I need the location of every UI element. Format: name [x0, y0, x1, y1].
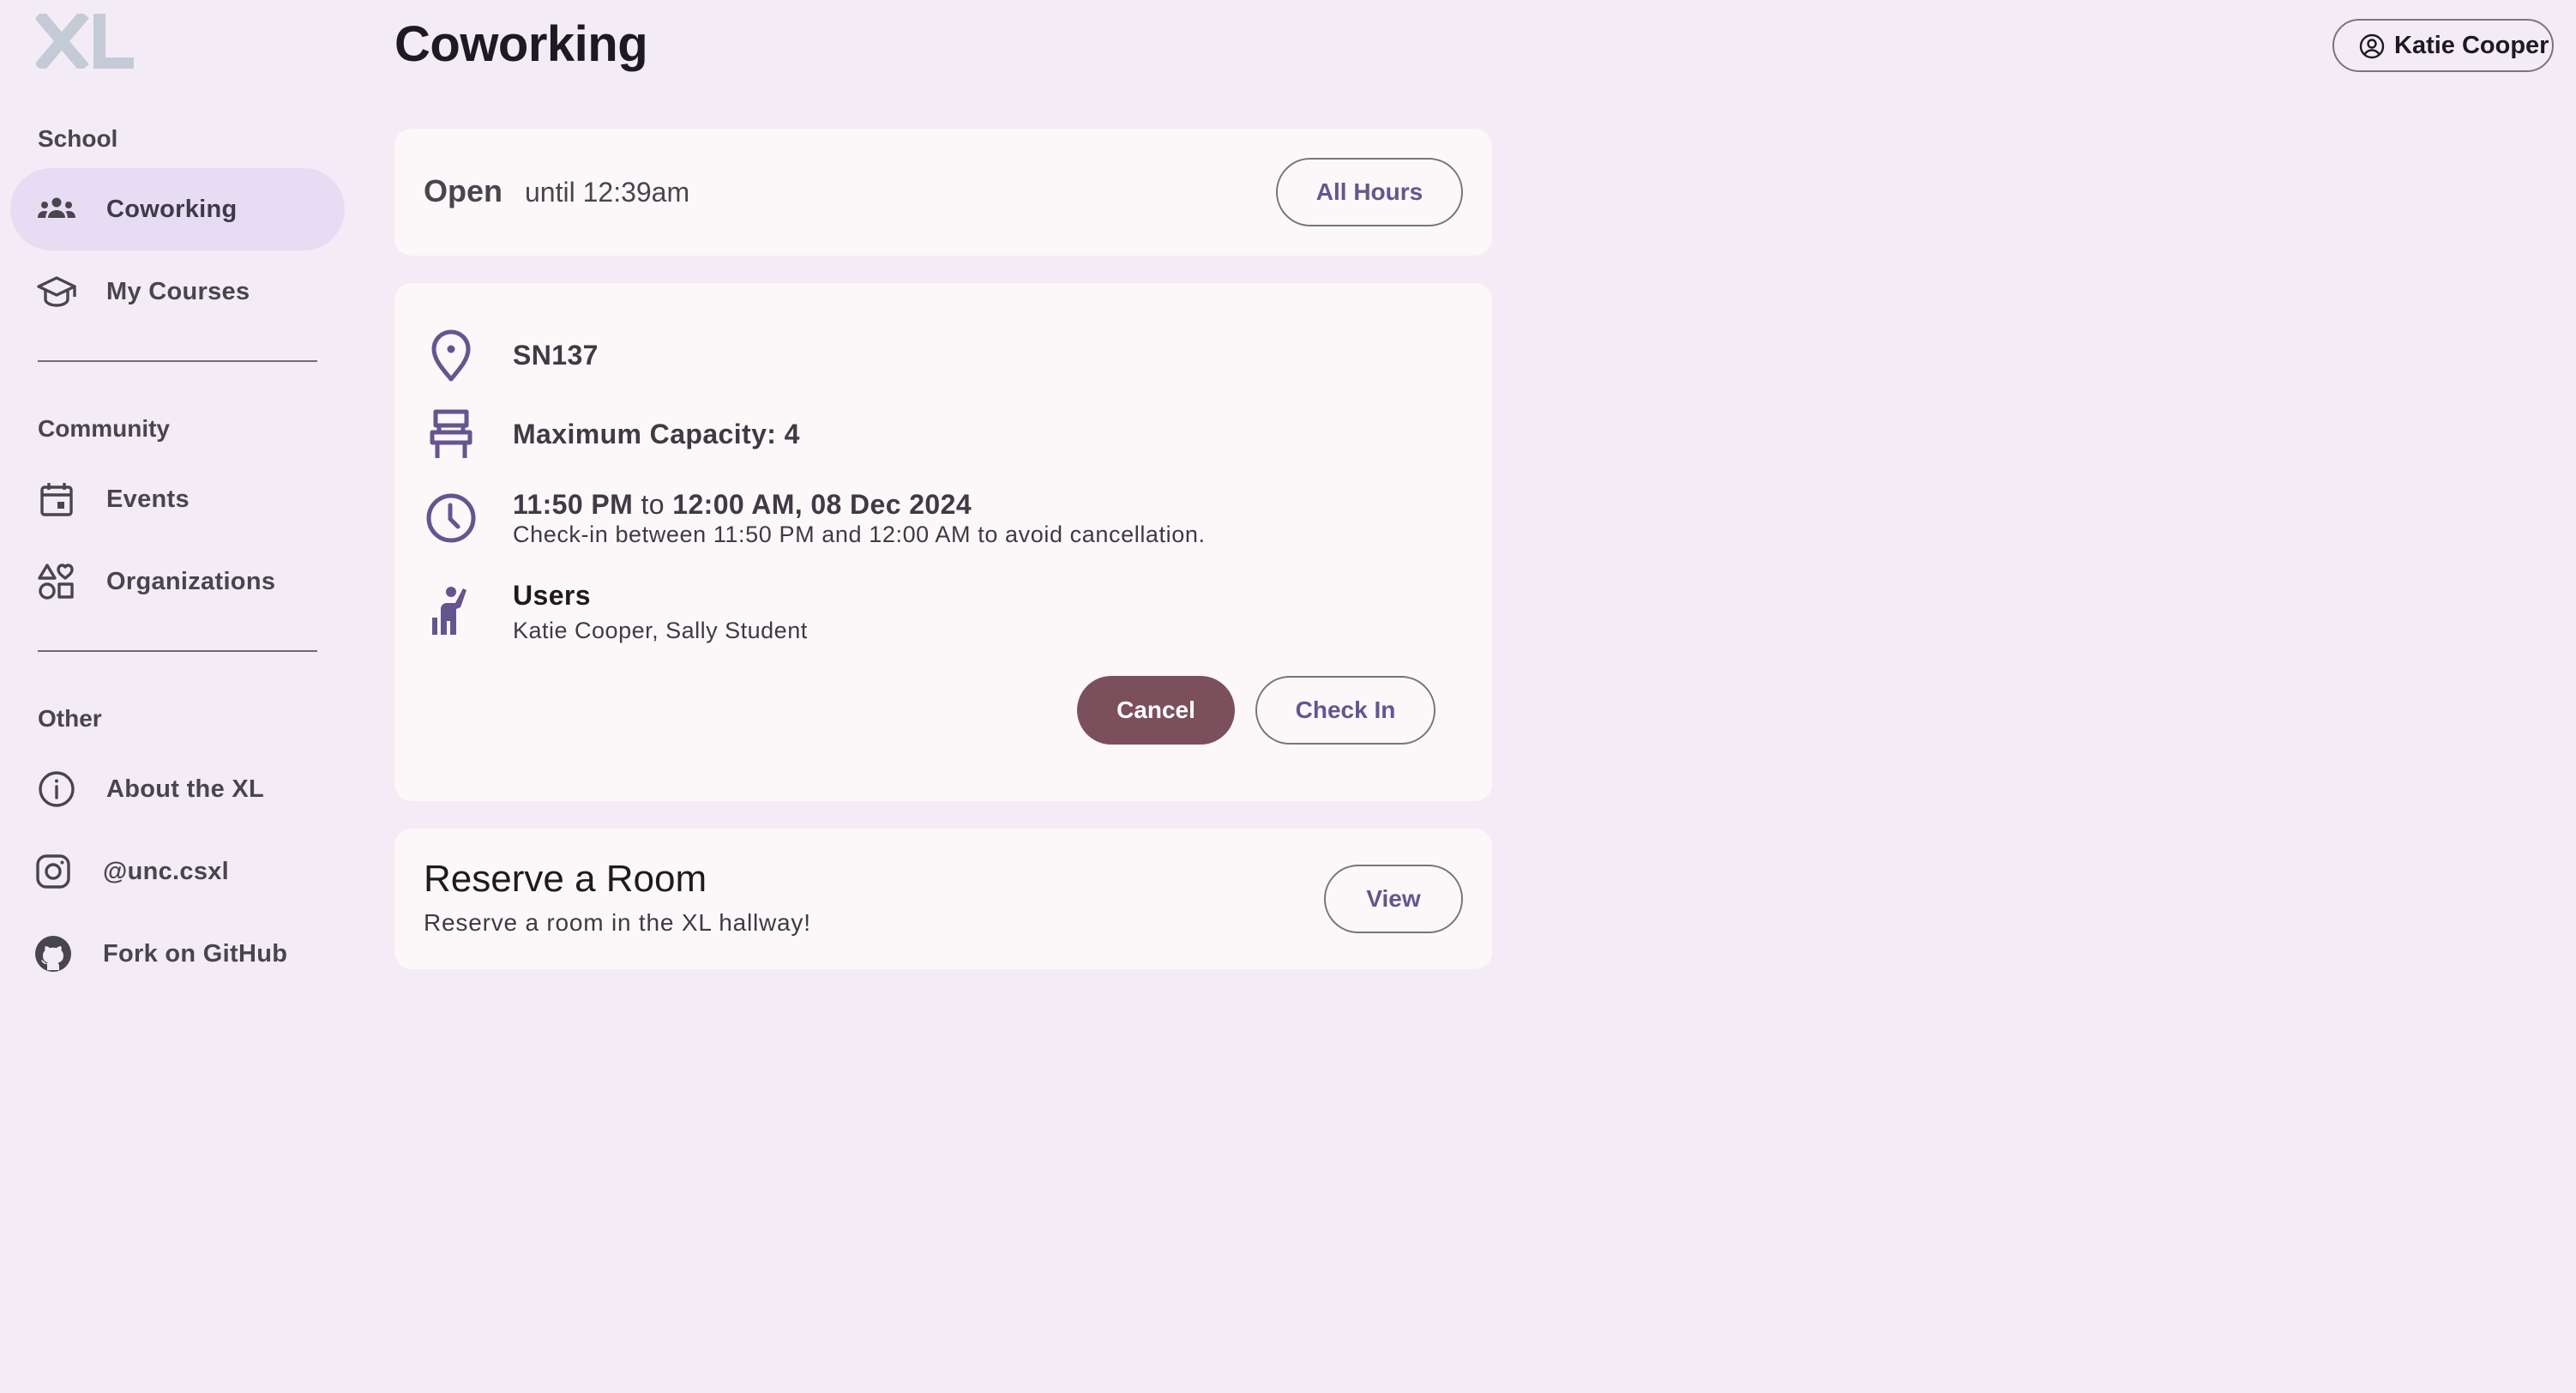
sidebar-item-label: My Courses [106, 277, 250, 305]
sidebar-item-label: Fork on GitHub [103, 939, 288, 968]
profile-name: Katie Cooper [2394, 31, 2549, 59]
sidebar-item-organizations[interactable]: Organizations [10, 540, 345, 623]
sidebar: School Coworking My Courses Community Ev… [0, 0, 360, 1393]
users-list: Katie Cooper, Sally Student [513, 618, 808, 643]
operating-hours-card: Open until 12:39am All Hours [394, 129, 1492, 256]
person-raised-hand-icon [424, 583, 478, 638]
instagram-icon [33, 851, 74, 892]
capacity-text: Maximum Capacity: 4 [513, 419, 800, 449]
check-in-button[interactable]: Check In [1255, 676, 1435, 745]
info-icon [36, 769, 77, 810]
cancel-button[interactable]: Cancel [1077, 676, 1235, 745]
section-label-other: Other [38, 705, 102, 732]
sidebar-item-my-courses[interactable]: My Courses [10, 250, 345, 333]
all-hours-button[interactable]: All Hours [1276, 158, 1463, 226]
users-title: Users [513, 580, 591, 611]
open-status: Open [424, 173, 503, 208]
calendar-icon [36, 479, 77, 520]
sidebar-item-coworking[interactable]: Coworking [10, 168, 345, 250]
hours-text: until 12:39am [525, 177, 690, 208]
sidebar-item-github[interactable]: Fork on GitHub [10, 913, 345, 995]
groups-icon [36, 189, 77, 230]
sidebar-item-label: Events [106, 485, 190, 513]
checkin-note: Check-in between 11:50 PM and 12:00 AM t… [513, 522, 1206, 547]
sidebar-item-label: Coworking [106, 195, 238, 223]
start-time: 11:50 PM [513, 489, 634, 520]
reserve-room-card: Reserve a Room Reserve a room in the XL … [394, 829, 1492, 969]
section-label-school: School [38, 125, 118, 152]
sidebar-item-label: @unc.csxl [103, 857, 230, 885]
github-icon [33, 933, 74, 974]
view-button[interactable]: View [1324, 865, 1463, 933]
sidebar-item-events[interactable]: Events [10, 458, 345, 540]
sidebar-divider [38, 650, 317, 652]
sidebar-item-about[interactable]: About the XL [10, 748, 345, 830]
reservation-time: 11:50 PM to 12:00 AM, 08 Dec 2024 [513, 489, 972, 521]
page-title: Coworking [394, 16, 648, 72]
reserve-room-title: Reserve a Room [424, 858, 707, 900]
section-label-community: Community [38, 415, 170, 442]
location-pin-icon [424, 328, 478, 383]
time-separator: to [641, 489, 665, 520]
chair-icon [424, 407, 478, 461]
interests-icon [36, 561, 77, 602]
room-name: SN137 [513, 340, 599, 371]
sidebar-item-label: About the XL [106, 775, 265, 803]
reserve-room-subtitle: Reserve a room in the XL hallway! [424, 909, 811, 936]
reservation-card: SN137 Maximum Capacity: 4 11:50 PM to 12… [394, 283, 1492, 801]
sidebar-divider [38, 360, 317, 362]
end-time: 12:00 AM, 08 Dec 2024 [672, 489, 972, 520]
school-icon [36, 271, 77, 312]
profile-button[interactable]: Katie Cooper [2332, 19, 2554, 72]
sidebar-item-label: Organizations [106, 567, 276, 595]
clock-icon [424, 491, 478, 546]
xl-logo[interactable] [34, 10, 136, 72]
sidebar-item-instagram[interactable]: @unc.csxl [10, 830, 345, 913]
account-circle-icon [2358, 33, 2386, 60]
